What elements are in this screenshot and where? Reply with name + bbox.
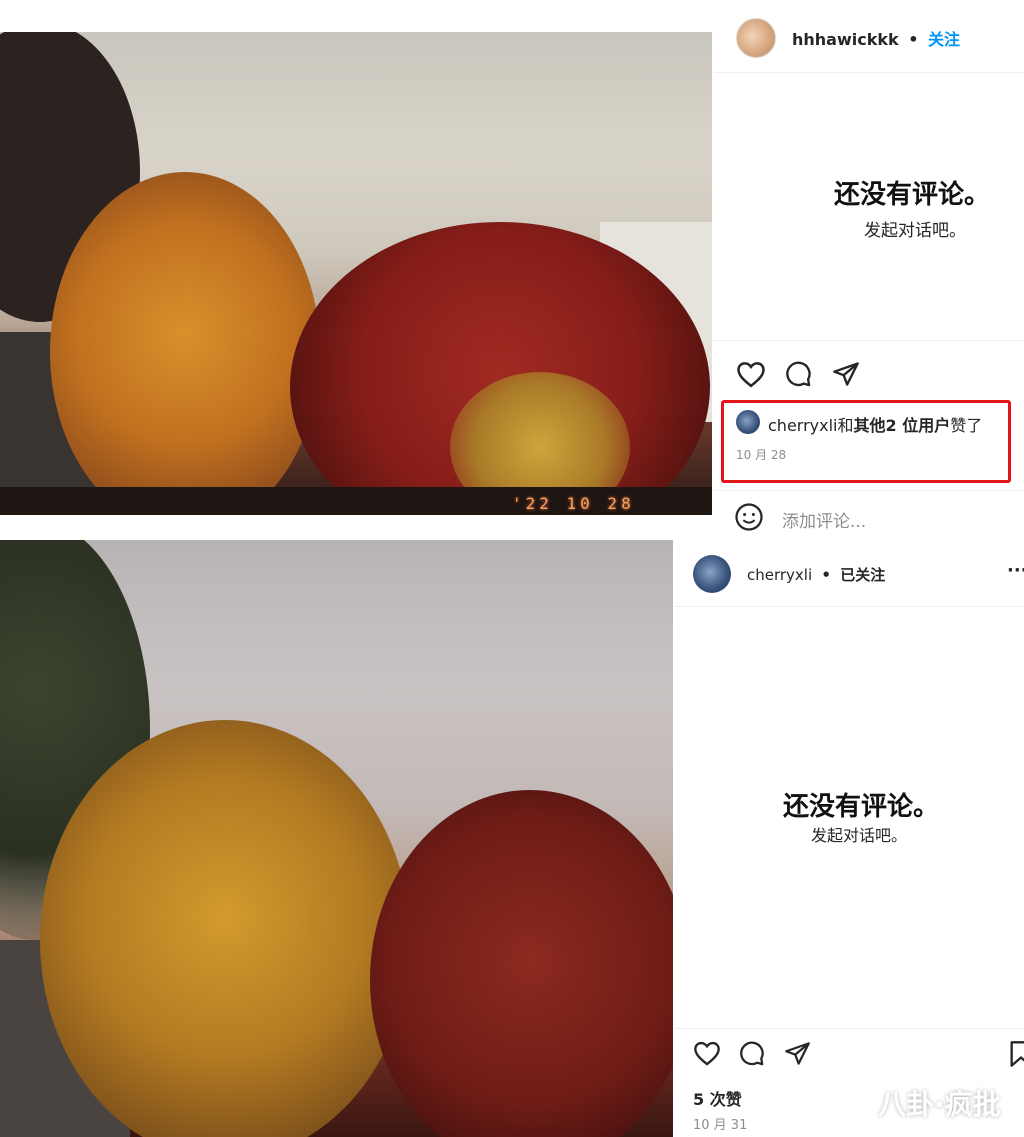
comment-divider: [714, 490, 1024, 491]
screenshot-gap: [0, 515, 714, 540]
comment-icon[interactable]: [738, 1040, 765, 1067]
actions-divider: [714, 340, 1024, 341]
heart-icon[interactable]: [736, 360, 766, 388]
separator-dot: •: [821, 566, 831, 584]
avatar[interactable]: [693, 555, 731, 593]
empty-comments-subtitle: 发起对话吧。: [811, 826, 908, 845]
header-username[interactable]: cherryxli • 已关注: [747, 564, 885, 585]
empty-comments-subtitle: 发起对话吧。: [864, 221, 966, 241]
likes-count[interactable]: 5 次赞: [693, 1086, 742, 1110]
empty-comments-title: 还没有评论。: [834, 180, 991, 210]
top-post-photo[interactable]: '22 10 28: [0, 32, 712, 515]
empty-comments-title: 还没有评论。: [783, 792, 940, 822]
add-comment-input[interactable]: 添加评论...: [782, 507, 866, 532]
heart-icon[interactable]: [693, 1040, 721, 1066]
photo-tree-yellow: [50, 172, 320, 515]
header-divider: [675, 606, 1024, 607]
separator-dot: •: [908, 30, 919, 49]
bottom-post-side-panel: cherryxli • 已关注 ··· 还没有评论。 发起对话吧。 5 次赞 1…: [675, 540, 1024, 1137]
header-username[interactable]: hhhawickkk • 关注: [792, 26, 960, 50]
bottom-post-photo[interactable]: [0, 540, 673, 1137]
comment-icon[interactable]: [784, 360, 812, 388]
photo-tree-yellow: [40, 720, 410, 1137]
share-icon[interactable]: [832, 360, 860, 388]
post-date[interactable]: 10 月 31: [693, 1114, 747, 1133]
username-text[interactable]: cherryxli: [747, 566, 812, 584]
more-options-icon[interactable]: ···: [1007, 560, 1024, 581]
following-button[interactable]: 已关注: [840, 566, 885, 584]
photo-date-stamp: '22 10 28: [512, 494, 635, 513]
emoji-icon[interactable]: [734, 502, 764, 532]
highlight-box: [721, 400, 1011, 483]
watermark: 八卦·疯批: [878, 1088, 1001, 1121]
bookmark-icon[interactable]: [1009, 1040, 1024, 1068]
header-divider: [714, 72, 1024, 73]
photo-tree-red: [370, 790, 673, 1137]
share-icon[interactable]: [784, 1040, 811, 1067]
top-post-side-panel: hhhawickkk • 关注 还没有评论。 发起对话吧。 cherryxli和…: [714, 0, 1024, 540]
avatar[interactable]: [736, 18, 776, 58]
follow-button[interactable]: 关注: [928, 30, 960, 49]
username-text[interactable]: hhhawickkk: [792, 30, 899, 49]
actions-divider: [675, 1028, 1024, 1029]
top-post: '22 10 28 hhhawickkk • 关注 还没有评论。 发起对话吧。 …: [0, 0, 1024, 540]
